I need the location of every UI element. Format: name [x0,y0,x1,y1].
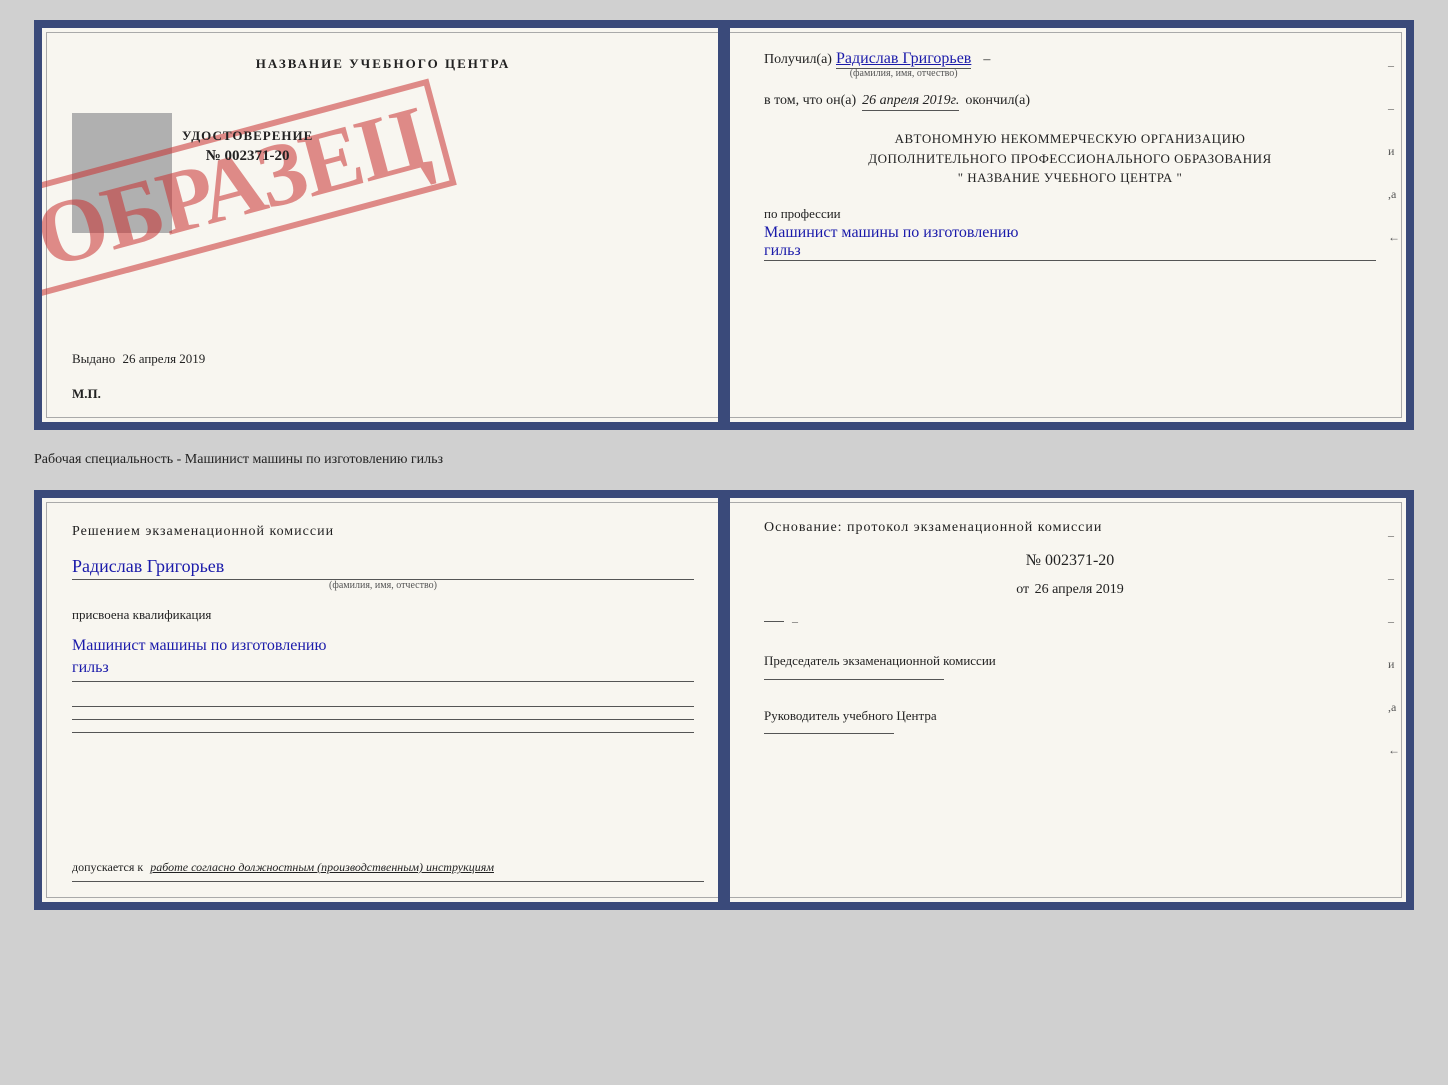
profession-block: по профессии Машинист машины по изготовл… [764,206,1376,261]
protocol-date-value: 26 апреля 2019 [1035,582,1124,597]
received-sub: (фамилия, имя, отчество) [836,68,971,79]
top-document: НАЗВАНИЕ УЧЕБНОГО ЦЕНТРА ОБРАЗЕЦ УДОСТОВ… [34,20,1414,430]
assigned-label: присвоена квалификация [72,607,694,623]
panel-right-top: – – и ,а ← Получил(а) Радислав Григорьев… [724,28,1406,422]
blank-line-2 [72,719,694,720]
received-name: Радислав Григорьев [836,50,971,69]
blank-line-3 [72,732,694,733]
dash-mark-b3: – [1388,614,1400,629]
okoncil-label: окончил(а) [965,93,1030,109]
protocol-date-prefix: от [1016,582,1029,597]
dash-mark-2: – [1388,101,1400,116]
dash-mark-1: – [1388,58,1400,73]
vtom-line: в том, что он(а) 26 апреля 2019г. окончи… [764,93,1376,111]
dash-mark-b2: – [1388,571,1400,586]
person-name-block: Радислав Григорьев (фамилия, имя, отчест… [72,552,694,591]
mark-i-b: и [1388,657,1400,672]
dopuskaetsya-value: работе согласно должностным (производств… [150,860,494,874]
received-line: Получил(а) Радислав Григорьев (фамилия, … [764,50,1376,79]
chairman-signature-line [764,679,944,680]
blank-lines [72,706,694,733]
qual-line1: Машинист машины по изготовлению [72,637,326,654]
dash-after-date: – [792,614,798,629]
rukovoditel-signature-line [764,733,894,734]
commission-title: Решением экзаменационной комиссии [72,522,694,542]
blank-line-dopusk [72,881,704,882]
mark-i: и [1388,144,1400,159]
udostoverenie-title: УДОСТОВЕРЕНИЕ [182,128,313,144]
protocol-date-dash-row: – [764,614,1376,629]
dash-separator: – [983,52,990,68]
mark-a-b: ,а [1388,700,1400,715]
org-line2: ДОПОЛНИТЕЛЬНОГО ПРОФЕССИОНАЛЬНОГО ОБРАЗО… [764,149,1376,169]
photo-placeholder [72,113,172,233]
bottom-document: Решением экзаменационной комиссии Радисл… [34,490,1414,910]
profession-value-line1: Машинист машины по изготовлению [764,224,1018,241]
mark-arrow: ← [1388,230,1400,245]
dopuskaetsya-label: допускается к [72,860,143,874]
blank-line-1 [72,706,694,707]
udostoverenie-num: № 002371-20 [182,148,313,165]
received-label: Получил(а) [764,52,832,68]
panel-right-bottom: – – – и ,а ← Основание: протокол экзамен… [724,498,1406,902]
rukovoditel-block: Руководитель учебного Центра [764,706,1376,735]
osnov-title: Основание: протокол экзаменационной коми… [764,520,1376,536]
vtom-label: в том, что он(а) [764,93,856,109]
chairman-block: Председатель экзаменационной комиссии [764,651,1376,680]
vydano-line: Выдано 26 апреля 2019 [72,351,205,367]
mp-line: М.П. [72,386,101,402]
dopuskaetsya-block: допускается к работе согласно должностны… [72,860,704,882]
protocol-date: от 26 апреля 2019 [764,582,1376,598]
date-underline-left [764,621,784,622]
person-name-bottom: Радислав Григорьев [72,556,694,580]
vydano-date: 26 апреля 2019 [123,351,206,366]
chairman-title: Председатель экзаменационной комиссии [764,651,1376,671]
person-name-sub: (фамилия, имя, отчество) [72,580,694,591]
mark-arrow-b: ← [1388,743,1400,758]
panel-left-bottom: Решением экзаменационной комиссии Радисл… [42,498,724,902]
right-side-marks-bottom: – – – и ,а ← [1388,528,1400,758]
rukovoditel-title: Руководитель учебного Центра [764,706,1376,726]
vydano-label: Выдано [72,351,115,366]
subtitle-line: Рабочая специальность - Машинист машины … [34,448,1414,472]
panel-left-top: НАЗВАНИЕ УЧЕБНОГО ЦЕНТРА ОБРАЗЕЦ УДОСТОВ… [42,28,724,422]
profession-label: по профессии [764,206,841,221]
org-line1: АВТОНОМНУЮ НЕКОММЕРЧЕСКУЮ ОРГАНИЗАЦИЮ [764,129,1376,149]
profession-value: Машинист машины по изготовлению гильз [764,224,1376,261]
org-line3: " НАЗВАНИЕ УЧЕБНОГО ЦЕНТРА " [764,168,1376,188]
vtom-date: 26 апреля 2019г. [862,93,959,111]
qualification-value: Машинист машины по изготовлению гильз [72,635,694,683]
school-name-top: НАЗВАНИЕ УЧЕБНОГО ЦЕНТРА [256,56,511,72]
org-block: АВТОНОМНУЮ НЕКОММЕРЧЕСКУЮ ОРГАНИЗАЦИЮ ДО… [764,129,1376,188]
dash-mark-b1: – [1388,528,1400,543]
udostoverenie-block: УДОСТОВЕРЕНИЕ № 002371-20 [182,128,313,165]
right-side-marks: – – и ,а ← [1388,58,1400,245]
mark-a: ,а [1388,187,1400,202]
protocol-num: № 002371-20 [764,552,1376,570]
profession-value-line2: гильз [764,242,801,259]
qual-line2: гильз [72,659,109,676]
